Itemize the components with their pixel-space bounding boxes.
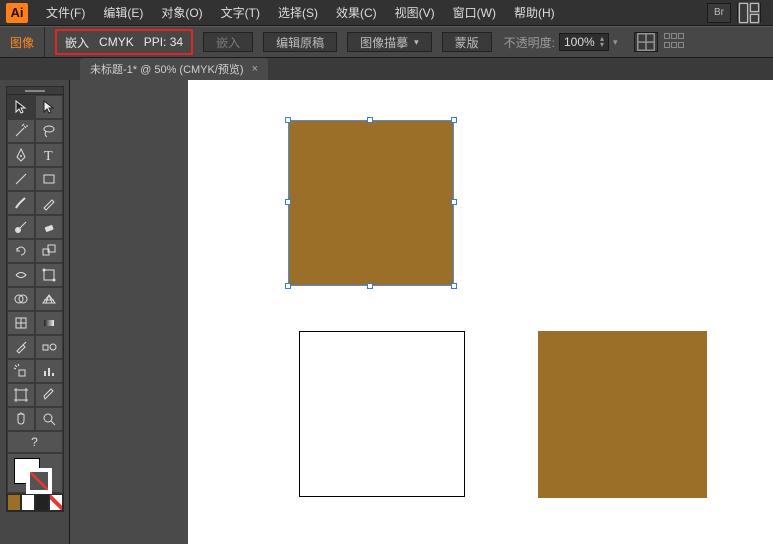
highlight-embed-info: 嵌入 CMYK PPI: 34 [55, 29, 193, 55]
none-mode-swatch[interactable] [49, 494, 63, 511]
menu-edit[interactable]: 编辑(E) [95, 0, 151, 25]
menu-effect[interactable]: 效果(C) [328, 0, 385, 25]
toolbox-grip[interactable] [7, 87, 63, 95]
pen-tool[interactable] [7, 143, 35, 167]
opacity-input[interactable]: 100% ▴▾ [559, 33, 609, 51]
line-tool[interactable] [7, 167, 35, 191]
draw-mode-swatch[interactable] [35, 494, 49, 511]
opacity-group: 不透明度: 100% ▴▾ ▾ [504, 33, 618, 51]
mask-button[interactable]: 蒙版 [442, 32, 492, 52]
opacity-dropdown-icon[interactable]: ▾ [613, 37, 618, 48]
paintbrush-tool[interactable] [7, 191, 35, 215]
rect-solid-object[interactable] [538, 331, 707, 498]
direct-selection-tool[interactable] [35, 95, 63, 119]
column-graph-tool[interactable] [35, 359, 63, 383]
opacity-stepper-icon[interactable]: ▴▾ [600, 36, 604, 48]
canvas-area[interactable] [70, 80, 773, 544]
highlight-ppi: PPI: 34 [144, 35, 183, 49]
menu-file[interactable]: 文件(F) [38, 0, 93, 25]
toolbox-panel: T [0, 80, 70, 544]
slice-tool[interactable] [35, 383, 63, 407]
zoom-tool[interactable] [35, 407, 63, 431]
selection-handle[interactable] [285, 117, 291, 123]
eraser-tool[interactable] [35, 215, 63, 239]
scale-tool[interactable] [35, 239, 63, 263]
perspective-grid-tool[interactable] [35, 287, 63, 311]
context-label: 图像 [10, 27, 45, 57]
workspace: T [0, 80, 773, 544]
selection-handle[interactable] [451, 283, 457, 289]
shape-builder-tool[interactable] [7, 287, 35, 311]
menu-select[interactable]: 选择(S) [270, 0, 326, 25]
gradient-tool[interactable] [35, 311, 63, 335]
document-tab[interactable]: 未标题-1* @ 50% (CMYK/预览) × [80, 58, 268, 80]
close-icon[interactable]: × [252, 63, 258, 75]
selection-handle[interactable] [367, 283, 373, 289]
menubar: Ai 文件(F) 编辑(E) 对象(O) 文字(T) 选择(S) 效果(C) 视… [0, 0, 773, 26]
toolbox-grid: T [7, 95, 63, 431]
image-trace-button[interactable]: 图像描摹 [347, 32, 432, 52]
svg-text:T: T [44, 149, 53, 163]
app-logo: Ai [6, 3, 28, 23]
menu-view[interactable]: 视图(V) [387, 0, 443, 25]
embed-button[interactable]: 嵌入 [203, 32, 253, 52]
color-mode-swatch[interactable] [7, 494, 21, 511]
selection-handle[interactable] [451, 199, 457, 205]
highlight-embed-text: 嵌入 [65, 34, 89, 51]
mesh-tool[interactable] [7, 311, 35, 335]
toolbox: T [6, 86, 64, 512]
menu-window[interactable]: 窗口(W) [445, 0, 504, 25]
lasso-tool[interactable] [35, 119, 63, 143]
selection-handle[interactable] [285, 283, 291, 289]
align-panel-icon[interactable] [664, 32, 686, 50]
document-tab-title: 未标题-1* @ 50% (CMYK/预览) [90, 61, 244, 77]
highlight-colormode: CMYK [99, 35, 134, 49]
selection-handle[interactable] [367, 117, 373, 123]
symbol-sprayer-tool[interactable] [7, 359, 35, 383]
blob-brush-tool[interactable] [7, 215, 35, 239]
transform-panel-icon[interactable] [634, 32, 658, 52]
control-bar: 图像 嵌入 CMYK PPI: 34 嵌入 编辑原稿 图像描摹 蒙版 不透明度:… [0, 26, 773, 58]
menubar-right: Br [707, 3, 773, 23]
document-tabbar: 未标题-1* @ 50% (CMYK/预览) × [0, 58, 773, 80]
magic-wand-tool[interactable] [7, 119, 35, 143]
opacity-value: 100% [564, 35, 595, 49]
rectangle-tool[interactable] [35, 167, 63, 191]
color-mode-row [7, 493, 63, 511]
menu-help[interactable]: 帮助(H) [506, 0, 563, 25]
hand-tool[interactable] [7, 407, 35, 431]
menu-object[interactable]: 对象(O) [153, 0, 210, 25]
opacity-label: 不透明度: [504, 34, 555, 51]
type-tool[interactable]: T [35, 143, 63, 167]
free-transform-tool[interactable] [35, 263, 63, 287]
eyedropper-tool[interactable] [7, 335, 35, 359]
bridge-icon[interactable]: Br [707, 3, 731, 23]
artboard-tool[interactable] [7, 383, 35, 407]
control-bar-end [634, 32, 686, 52]
tool-help-button[interactable]: ? [7, 431, 63, 453]
stroke-swatch[interactable] [26, 468, 52, 494]
rect-outline-object[interactable] [299, 331, 465, 497]
edit-original-button[interactable]: 编辑原稿 [263, 32, 337, 52]
gradient-mode-swatch[interactable] [21, 494, 35, 511]
rotate-tool[interactable] [7, 239, 35, 263]
selected-image[interactable] [288, 120, 454, 286]
blend-tool[interactable] [35, 335, 63, 359]
selection-handle[interactable] [451, 117, 457, 123]
pencil-tool[interactable] [35, 191, 63, 215]
fill-stroke-control[interactable] [7, 453, 63, 493]
selection-tool[interactable] [7, 95, 35, 119]
width-tool[interactable] [7, 263, 35, 287]
selection-handle[interactable] [285, 199, 291, 205]
arrange-documents-icon[interactable] [737, 3, 761, 23]
menu-type[interactable]: 文字(T) [213, 0, 268, 25]
